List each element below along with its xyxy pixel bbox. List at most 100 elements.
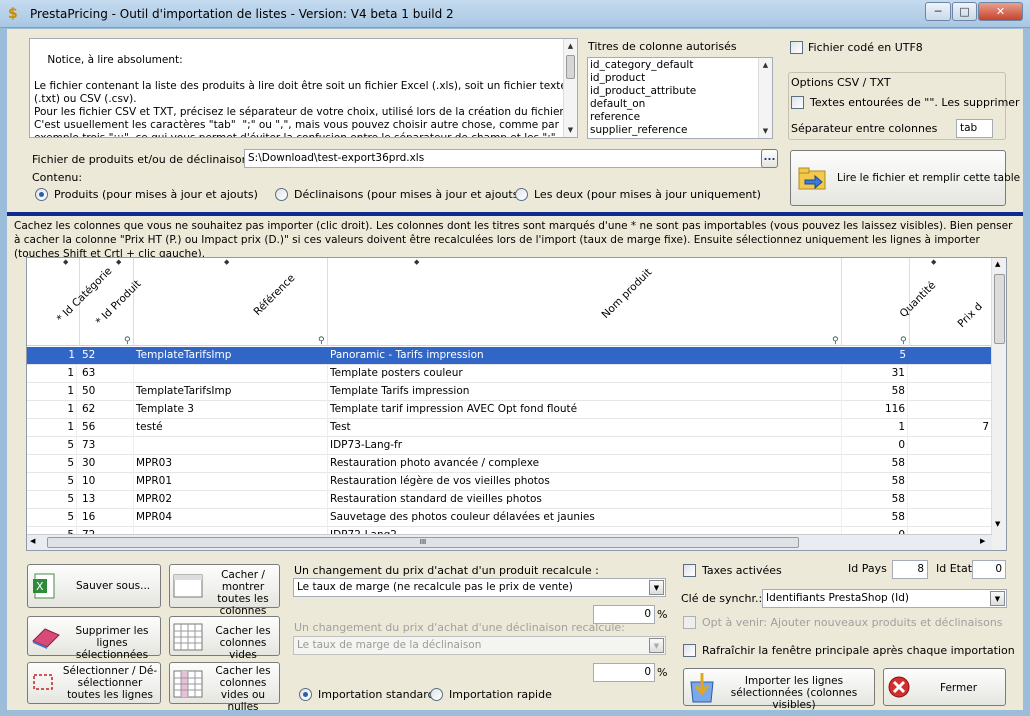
table-cell[interactable]: 1	[27, 419, 77, 437]
close-button[interactable]: Fermer	[883, 668, 1006, 706]
utf8-checkbox[interactable]	[790, 41, 803, 54]
chevron-down-icon[interactable]: ▼	[649, 580, 664, 595]
chevron-down-icon[interactable]: ▼	[649, 638, 664, 653]
notice-textbox[interactable]: Notice, à lire absolument: Le fichier co…	[29, 38, 578, 138]
list-item[interactable]: id_product_attribute	[590, 85, 770, 98]
table-cell[interactable]: 5	[27, 473, 77, 491]
notice-scrollbar[interactable]: ▲ ▼	[563, 39, 577, 137]
radio-both[interactable]	[515, 188, 528, 201]
column-header-reference[interactable]: ◆ Référence ⚲	[134, 258, 328, 346]
table-cell[interactable]: 1	[27, 365, 77, 383]
title-bar[interactable]: $ PrestaPricing - Outil d'importation de…	[0, 0, 1030, 28]
table-cell[interactable]: Template tarif impression AVEC Opt fond …	[328, 401, 842, 419]
table-cell[interactable]: 30	[80, 455, 134, 473]
grid-vertical-scrollbar[interactable]: ▲ ▼	[991, 258, 1006, 550]
future-option-checkbox[interactable]	[683, 616, 696, 629]
hide-empty-columns-button[interactable]: Cacher les colonnes vides	[169, 616, 280, 661]
table-cell[interactable]: 5	[842, 347, 908, 365]
table-cell[interactable]: IDP73-Lang-fr	[328, 437, 842, 455]
column-header-product-name[interactable]: ◆ Nom produit ⚲	[328, 258, 842, 346]
table-cell[interactable]: Template posters couleur	[328, 365, 842, 383]
table-row[interactable]: 1 50 TemplateTarifsImp Template Tarifs impr…	[27, 383, 992, 401]
product-recalc-select[interactable]: Le taux de marge (ne recalcule pas le pr…	[293, 578, 666, 597]
scroll-thumb[interactable]: III	[47, 537, 799, 548]
table-cell[interactable]: 1	[27, 383, 77, 401]
allowed-titles-list[interactable]: id_category_default id_product id_produc…	[587, 57, 773, 139]
sort-icon[interactable]: ◆	[63, 258, 68, 266]
radio-products[interactable]	[35, 188, 48, 201]
table-cell[interactable]: 1	[842, 419, 908, 437]
list-item[interactable]: default_on	[590, 98, 770, 111]
table-cell[interactable]: Sauvetage des photos couleur délavées et…	[328, 509, 842, 527]
sort-icon[interactable]: ◆	[414, 258, 419, 266]
column-header-category[interactable]: ◆ * Id Catégorie	[27, 258, 114, 346]
list-item[interactable]: id_category_default	[590, 59, 770, 72]
chevron-down-icon[interactable]: ▼	[990, 591, 1005, 606]
filter-pin-icon[interactable]: ⚲	[832, 336, 839, 346]
refresh-checkbox[interactable]	[683, 644, 696, 657]
table-cell[interactable]: Template Tarifs impression	[328, 383, 842, 401]
table-cell[interactable]: Panoramic - Tarifs impression	[328, 347, 842, 365]
file-path-input[interactable]: S:\Download\test-export36prd.xls	[244, 149, 763, 168]
radio-import-fast[interactable]	[430, 688, 443, 701]
table-row[interactable]: 5 10 MPR01 Restauration légère de vos vieil…	[27, 473, 992, 491]
table-row[interactable]: 1 56 testé Test 1 7	[27, 419, 992, 437]
table-row[interactable]: 5 16 MPR04 Sauvetage des photos couleur dél…	[27, 509, 992, 527]
table-row[interactable]: 5 30 MPR03 Restauration photo avancée / com…	[27, 455, 992, 473]
remove-quotes-checkbox[interactable]	[791, 96, 804, 109]
table-cell[interactable]: testé	[134, 419, 328, 437]
allowed-titles-scrollbar[interactable]: ▲ ▼	[758, 58, 772, 138]
save-as-button[interactable]: X Sauver sous...	[27, 564, 161, 608]
filter-pin-icon[interactable]: ⚲	[124, 336, 131, 346]
filter-pin-icon[interactable]: ⚲	[900, 336, 907, 346]
table-cell[interactable]	[910, 473, 992, 491]
radio-import-standard[interactable]	[299, 688, 312, 701]
select-all-rows-button[interactable]: Sélectionner / Dé-sélectionner toutes le…	[27, 662, 161, 704]
import-button[interactable]: Importer les lignes sélectionnées (colon…	[683, 668, 875, 711]
table-cell[interactable]: Restauration photo avancée / complexe	[328, 455, 842, 473]
taxes-checkbox[interactable]	[683, 564, 696, 577]
separator-input[interactable]: tab	[956, 119, 993, 138]
table-row[interactable]: 1 62 Template 3 Template tarif impression A…	[27, 401, 992, 419]
table-cell[interactable]	[910, 437, 992, 455]
table-cell[interactable]: 0	[842, 437, 908, 455]
country-input[interactable]: 8	[892, 560, 928, 579]
sort-icon[interactable]: ◆	[224, 258, 229, 266]
table-cell[interactable]: 73	[80, 437, 134, 455]
table-cell[interactable]: 7	[910, 419, 992, 437]
table-cell[interactable]	[910, 491, 992, 509]
table-cell[interactable]: 1	[27, 401, 77, 419]
minimize-button[interactable]: ─	[925, 2, 951, 21]
combination-recalc-select[interactable]: Le taux de marge de la déclinaison ▼	[293, 636, 666, 655]
list-item[interactable]: supplier_reference	[590, 124, 770, 137]
column-header-product-id[interactable]: ◆ * Id Produit ⚲	[80, 258, 144, 346]
table-cell[interactable]: Test	[328, 419, 842, 437]
table-cell[interactable]: 52	[80, 347, 134, 365]
table-cell[interactable]: 10	[80, 473, 134, 491]
table-cell[interactable]: 62	[80, 401, 134, 419]
table-cell[interactable]: TemplateTarifsImp	[134, 347, 328, 365]
scroll-thumb[interactable]	[566, 55, 575, 79]
table-cell[interactable]: TemplateTarifsImp	[134, 383, 328, 401]
column-header-quantity[interactable]: ◆ Quantité ⚲	[842, 258, 938, 346]
table-cell[interactable]: 58	[842, 509, 908, 527]
scroll-up-icon[interactable]: ▲	[564, 39, 577, 53]
table-cell[interactable]: 5	[27, 491, 77, 509]
table-cell[interactable]: 50	[80, 383, 134, 401]
table-cell[interactable]: Restauration légère de vos vieilles phot…	[328, 473, 842, 491]
table-cell[interactable]: 13	[80, 491, 134, 509]
table-cell[interactable]: Template 3	[134, 401, 328, 419]
table-row[interactable]: 5 73 IDP73-Lang-fr 0	[27, 437, 992, 455]
table-cell[interactable]: 63	[80, 365, 134, 383]
sync-key-select[interactable]: Identifiants PrestaShop (Id) ▼	[762, 589, 1007, 608]
table-cell[interactable]	[910, 365, 992, 383]
state-input[interactable]: 0	[972, 560, 1006, 579]
combination-percent-input[interactable]: 0	[593, 663, 655, 682]
table-cell[interactable]: 1	[27, 347, 77, 365]
table-cell[interactable]: 56	[80, 419, 134, 437]
list-item[interactable]: reference	[590, 111, 770, 124]
scroll-up-icon[interactable]: ▲	[759, 58, 772, 72]
table-cell[interactable]	[910, 455, 992, 473]
hide-show-columns-button[interactable]: Cacher / montrer toutes les colonnes	[169, 564, 280, 617]
table-row[interactable]: 5 13 MPR02 Restauration standard de vieille…	[27, 491, 992, 509]
